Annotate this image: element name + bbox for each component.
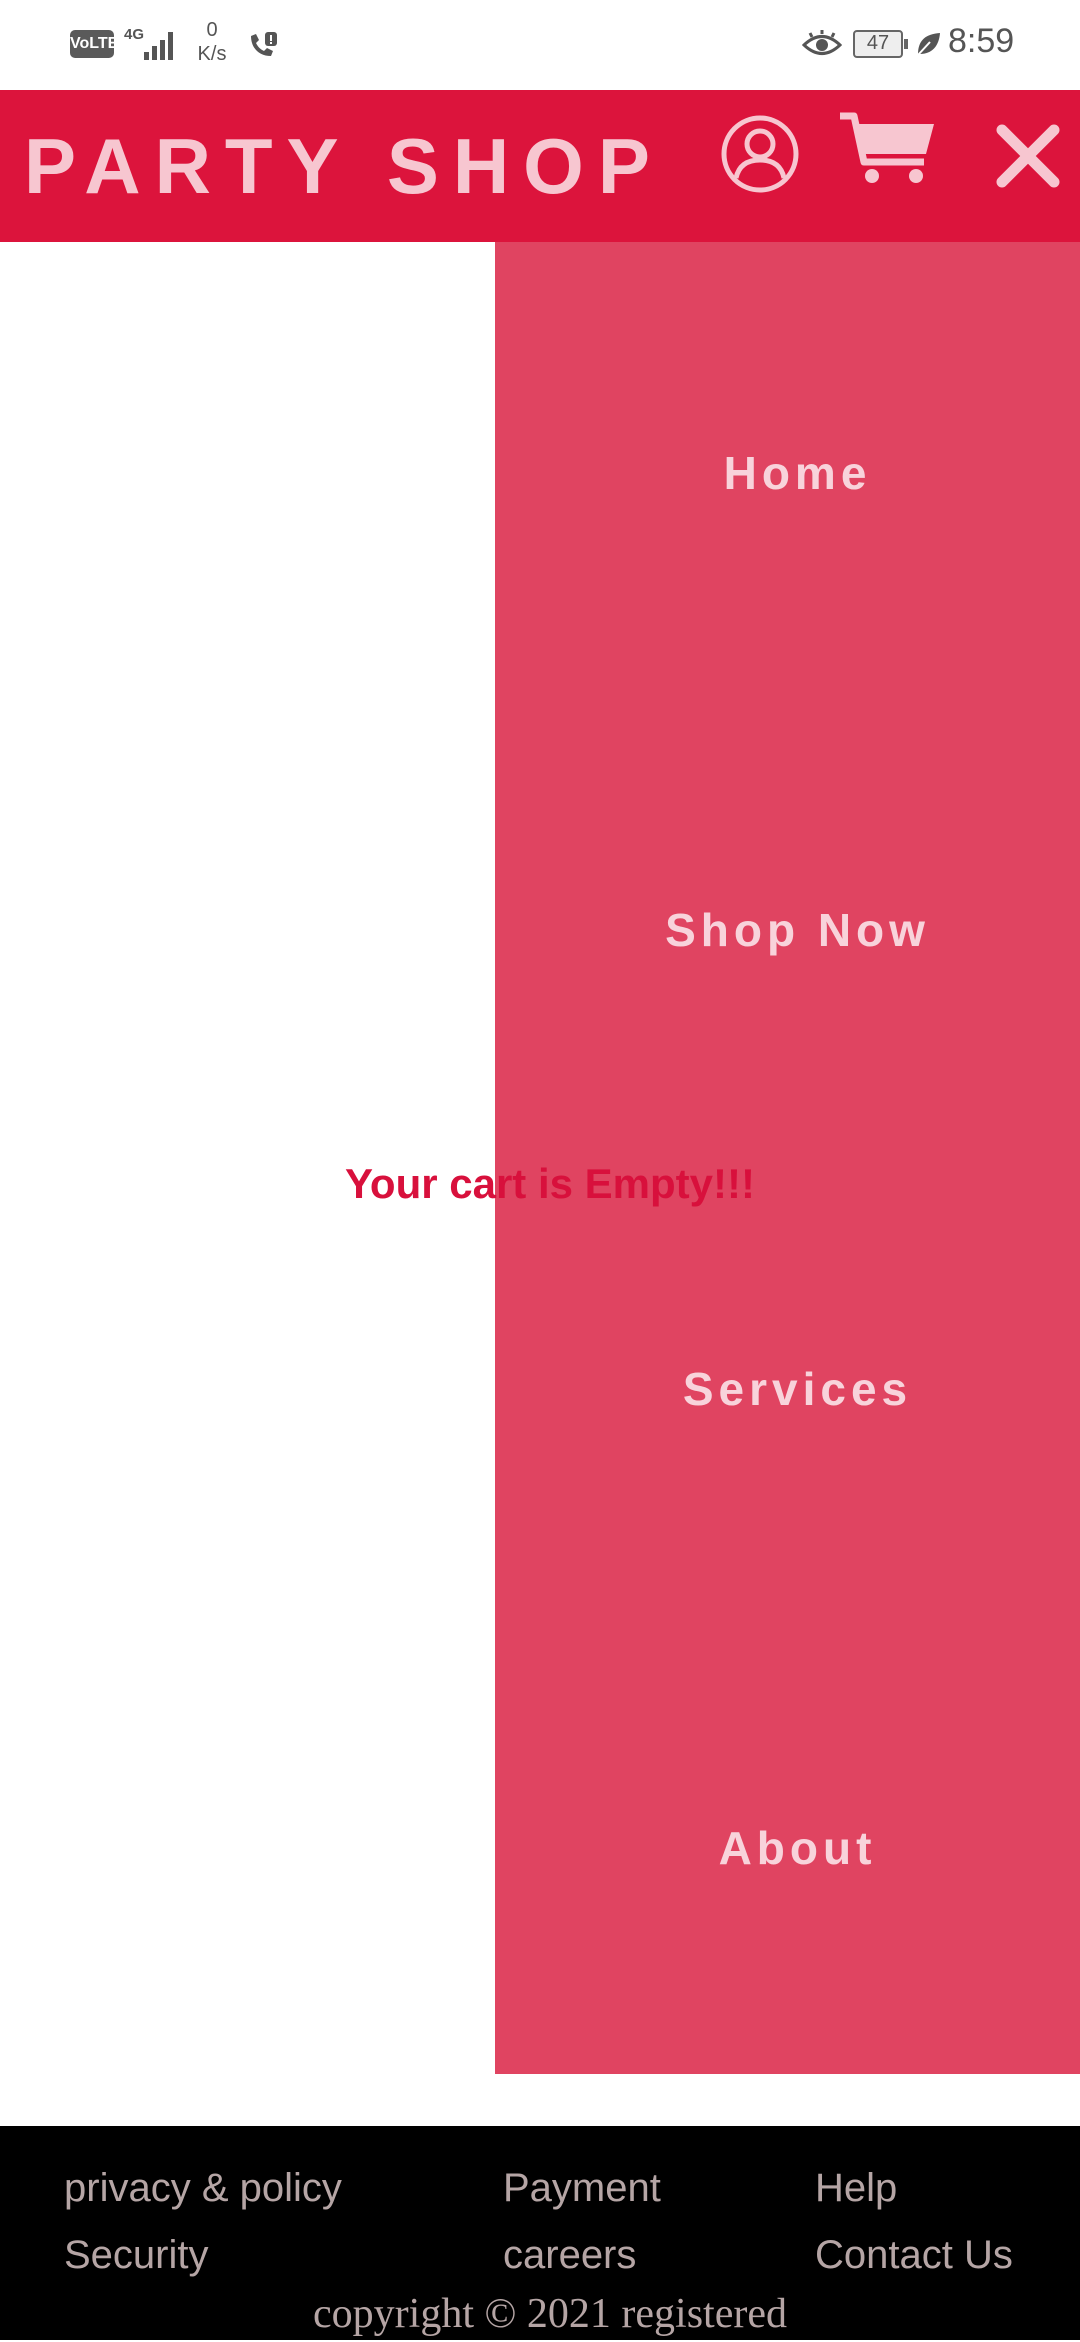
menu-item-services[interactable]: Services bbox=[495, 1359, 1080, 1419]
call-icon bbox=[251, 32, 277, 56]
network-speed-value: 0 bbox=[206, 19, 218, 41]
menu-item-home[interactable]: Home bbox=[495, 443, 1080, 503]
copyright-text: copyright © 2021 registered bbox=[313, 2291, 787, 2337]
brand-logo[interactable]: PARTY SHOP bbox=[24, 110, 664, 222]
battery-indicator: 47 bbox=[853, 30, 908, 58]
footer-link-contact-us[interactable]: Contact Us bbox=[815, 2227, 1013, 2283]
network-speed: 0 K/s bbox=[192, 18, 232, 66]
menu-item-about[interactable]: About bbox=[495, 1818, 1080, 1878]
cart-empty-message: Your cart is Empty!!! bbox=[345, 1160, 755, 1207]
footer-link-security[interactable]: Security bbox=[64, 2227, 209, 2283]
close-icon[interactable] bbox=[992, 120, 1064, 192]
volte-indicator: VoLTE bbox=[70, 30, 118, 58]
status-bar: VoLTE 4G 0 K/s 47 8:59 bbox=[0, 0, 1080, 90]
app-header: PARTY SHOP bbox=[0, 90, 1080, 242]
cart-icon[interactable] bbox=[838, 110, 938, 190]
footer-link-help[interactable]: Help bbox=[815, 2160, 897, 2216]
footer-link-careers[interactable]: careers bbox=[503, 2227, 636, 2283]
network-speed-unit: K/s bbox=[197, 43, 227, 65]
footer-link-privacy-policy[interactable]: privacy & policy bbox=[64, 2160, 342, 2216]
network-type: 4G bbox=[124, 26, 145, 43]
clock: 8:59 bbox=[948, 22, 1015, 60]
signal-icon bbox=[144, 28, 178, 60]
eye-comfort-icon bbox=[802, 30, 842, 55]
menu-item-shop-now[interactable]: Shop Now bbox=[495, 900, 1080, 960]
leaf-icon bbox=[917, 33, 940, 56]
footer-link-payment[interactable]: Payment bbox=[503, 2160, 661, 2216]
footer: privacy & policy Security Payment career… bbox=[0, 2126, 1080, 2340]
user-icon[interactable] bbox=[720, 114, 800, 194]
